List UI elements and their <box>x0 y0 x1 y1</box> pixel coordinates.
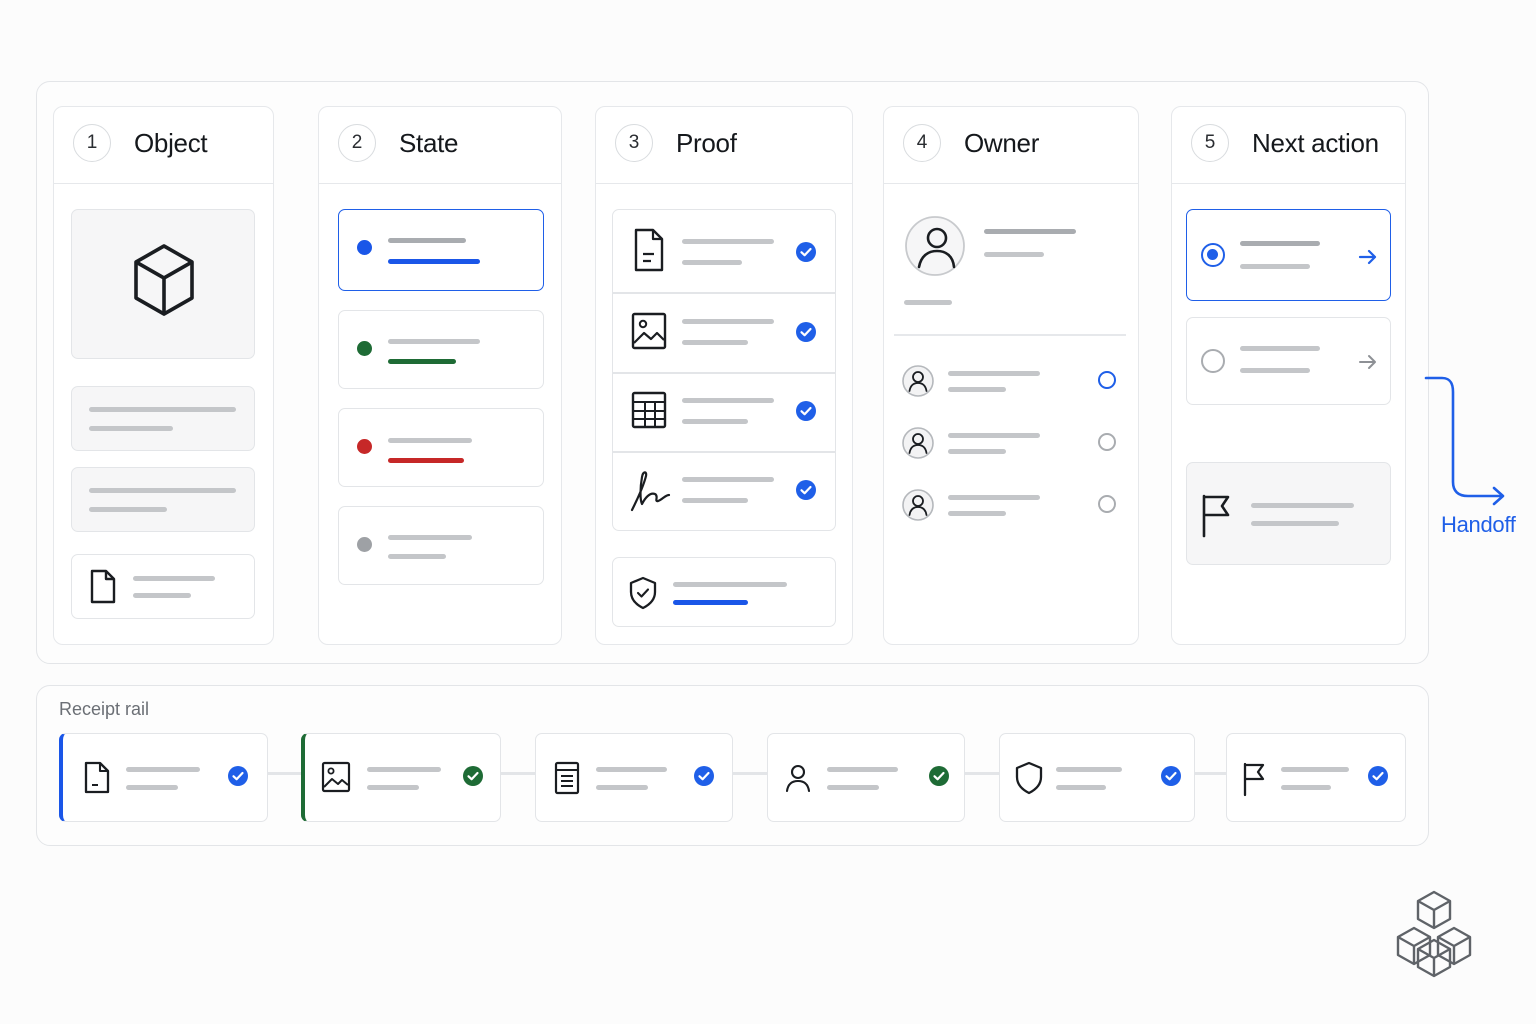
shield-check-icon <box>629 576 657 610</box>
column-header: 3 Proof <box>596 107 852 184</box>
rail-connector <box>965 772 999 775</box>
check-icon <box>228 766 248 786</box>
user-icon <box>902 365 934 397</box>
rail-connector <box>733 772 767 775</box>
step-number: 2 <box>338 124 376 162</box>
object-attribute-card[interactable] <box>71 467 255 532</box>
receipt-item-form[interactable] <box>535 733 733 822</box>
receipt-item-user[interactable] <box>767 733 965 822</box>
proof-row-signature[interactable] <box>612 450 836 531</box>
proof-row-image[interactable] <box>612 291 836 371</box>
radio-button-selected[interactable] <box>1201 243 1225 267</box>
image-icon <box>321 761 351 793</box>
step-title: Object <box>134 128 208 158</box>
receipt-item-document[interactable] <box>59 733 268 822</box>
next-action-option[interactable] <box>1186 317 1391 405</box>
radio-button[interactable] <box>1098 495 1116 513</box>
owner-candidate-row[interactable] <box>900 360 1130 400</box>
next-action-milestone-card[interactable] <box>1186 462 1391 565</box>
document-icon <box>84 761 110 794</box>
check-icon <box>796 322 816 342</box>
state-dot <box>357 240 372 255</box>
step-number: 5 <box>1191 124 1229 162</box>
state-dot <box>357 537 372 552</box>
check-icon <box>796 401 816 421</box>
receipt-item-shield[interactable] <box>999 733 1195 822</box>
step-title: Proof <box>676 128 737 158</box>
state-option-active[interactable] <box>338 209 544 291</box>
state-option[interactable] <box>338 506 544 585</box>
shield-icon <box>1015 761 1043 795</box>
radio-button[interactable] <box>1201 349 1225 373</box>
column-header: 4 Owner <box>884 107 1138 184</box>
handoff-arrow <box>1424 376 1505 506</box>
stacked-cubes-icon <box>1396 890 1472 978</box>
check-icon <box>929 766 949 786</box>
signature-icon <box>630 471 671 512</box>
step-number: 3 <box>615 124 653 162</box>
cube-icon <box>134 244 194 316</box>
object-file-card[interactable] <box>71 554 255 619</box>
check-icon <box>463 766 483 786</box>
check-icon <box>796 242 816 262</box>
image-icon <box>631 312 667 350</box>
form-icon <box>554 761 580 795</box>
column-header: 5 Next action <box>1172 107 1405 184</box>
rail-connector <box>1195 772 1226 775</box>
object-attribute-card[interactable] <box>71 386 255 451</box>
step-title: Owner <box>964 128 1040 158</box>
owner-profile[interactable] <box>900 208 1130 318</box>
table-icon <box>631 391 667 429</box>
flag-icon <box>1243 762 1265 797</box>
column-header: 2 State <box>319 107 561 184</box>
owner-candidate-row[interactable] <box>900 484 1130 524</box>
radio-button[interactable] <box>1098 433 1116 451</box>
avatar-icon <box>905 216 965 276</box>
flag-icon <box>1202 494 1230 538</box>
state-dot <box>357 439 372 454</box>
arrow-right-icon <box>1358 249 1377 265</box>
rail-connector <box>501 772 535 775</box>
proof-row-document[interactable] <box>612 209 836 291</box>
check-icon <box>796 480 816 500</box>
document-icon <box>90 569 116 604</box>
state-dot <box>357 341 372 356</box>
step-number: 1 <box>73 124 111 162</box>
check-icon <box>694 766 714 786</box>
next-action-option-selected[interactable] <box>1186 209 1391 301</box>
user-icon <box>785 764 811 793</box>
document-icon <box>634 228 664 272</box>
radio-button[interactable] <box>1098 371 1116 389</box>
arrow-right-icon <box>1359 355 1376 369</box>
handoff-label: Handoff <box>1441 512 1516 537</box>
user-icon <box>902 427 934 459</box>
receipt-item-flag[interactable] <box>1226 733 1406 822</box>
receipt-item-image[interactable] <box>301 733 501 822</box>
user-icon <box>902 489 934 521</box>
step-number: 4 <box>903 124 941 162</box>
object-preview-card[interactable] <box>71 209 255 359</box>
step-title: State <box>399 128 459 158</box>
column-header: 1 Object <box>54 107 273 184</box>
owner-candidate-row[interactable] <box>900 422 1130 462</box>
state-option[interactable] <box>338 408 544 487</box>
state-option[interactable] <box>338 310 544 389</box>
proof-verification-card[interactable] <box>612 557 836 627</box>
step-title: Next action <box>1252 128 1379 158</box>
check-icon <box>1161 766 1181 786</box>
check-icon <box>1368 766 1388 786</box>
rail-connector <box>268 772 302 775</box>
receipt-rail-label: Receipt rail <box>59 699 150 719</box>
proof-row-table[interactable] <box>612 371 836 450</box>
